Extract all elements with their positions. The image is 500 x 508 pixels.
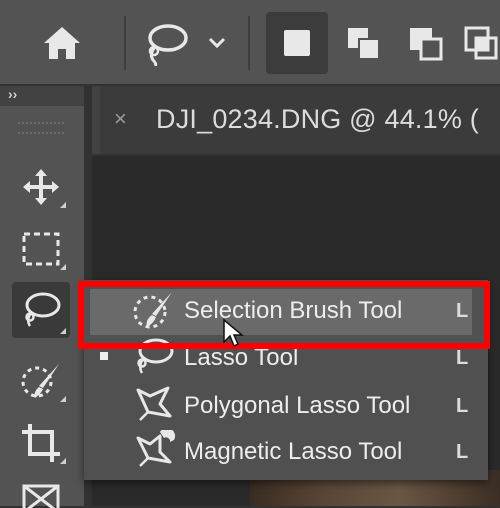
document-tab-title: DJI_0234.DNG @ 44.1% ( bbox=[156, 104, 479, 134]
selection-brush-icon bbox=[21, 364, 59, 398]
divider bbox=[124, 16, 126, 70]
options-bar bbox=[0, 0, 500, 84]
frame-icon bbox=[22, 484, 60, 508]
move-icon bbox=[23, 169, 59, 205]
lasso-icon[interactable] bbox=[138, 18, 194, 68]
highlight-annotation bbox=[78, 281, 490, 349]
lasso-icon bbox=[25, 292, 61, 327]
selection-brush-tool[interactable] bbox=[12, 356, 70, 406]
magnetic-lasso-icon bbox=[136, 430, 176, 467]
move-tool[interactable] bbox=[12, 162, 70, 212]
menu-item-label: Polygonal Lasso Tool bbox=[184, 392, 411, 419]
subtract-from-selection-icon[interactable] bbox=[398, 16, 454, 72]
new-selection-icon[interactable] bbox=[266, 12, 328, 74]
crop-icon bbox=[22, 424, 60, 462]
tools-panel: ›› bbox=[0, 86, 84, 508]
frame-tool[interactable] bbox=[12, 478, 70, 508]
collapse-icon[interactable]: ›› bbox=[8, 86, 17, 102]
close-icon[interactable]: × bbox=[114, 108, 127, 130]
menu-item-shortcut: L bbox=[456, 395, 469, 417]
menu-item-label: Magnetic Lasso Tool bbox=[184, 438, 403, 465]
selected-indicator bbox=[100, 352, 108, 360]
mouse-cursor-icon bbox=[223, 318, 244, 348]
crop-tool[interactable] bbox=[12, 418, 70, 468]
rectangular-marquee-icon bbox=[22, 232, 60, 266]
lasso-tool[interactable] bbox=[12, 282, 70, 338]
rectangular-marquee-tool[interactable] bbox=[12, 224, 70, 274]
tools-panel-header: ›› bbox=[0, 86, 84, 106]
chevron-down-icon[interactable] bbox=[204, 30, 230, 56]
intersect-with-selection-icon[interactable] bbox=[462, 16, 500, 72]
menu-item-shortcut: L bbox=[456, 441, 469, 463]
polygonal-lasso-icon bbox=[136, 386, 172, 421]
panel-grip[interactable] bbox=[18, 122, 64, 134]
divider bbox=[248, 16, 250, 70]
menu-item-shortcut: L bbox=[456, 347, 469, 369]
home-icon[interactable] bbox=[36, 20, 88, 66]
add-to-selection-icon[interactable] bbox=[336, 16, 392, 72]
